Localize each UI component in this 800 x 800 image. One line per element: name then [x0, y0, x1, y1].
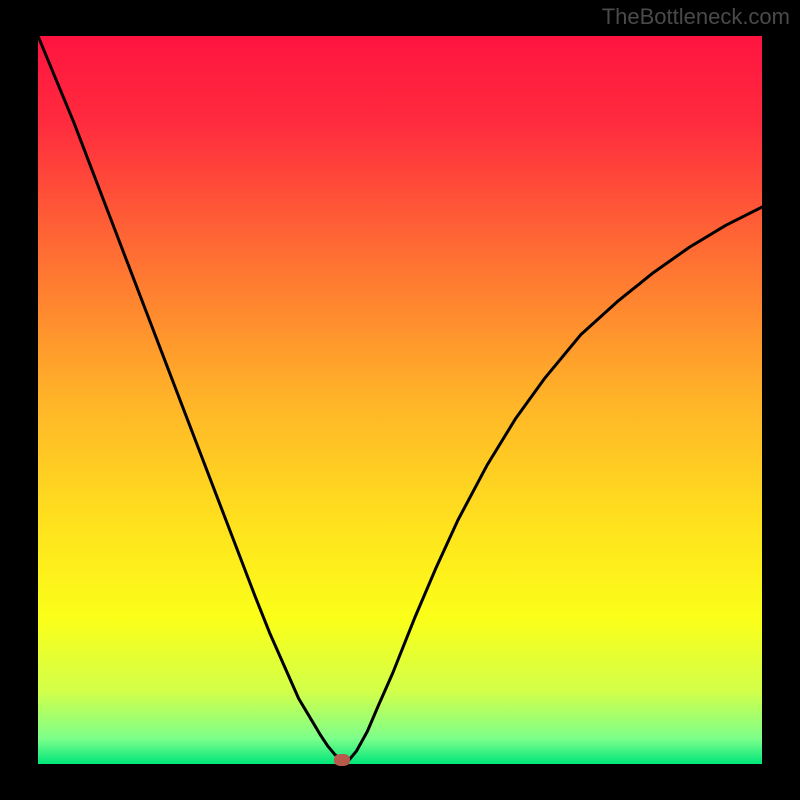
chart-curve-layer	[38, 36, 762, 764]
watermark-label: TheBottleneck.com	[602, 4, 790, 30]
chart-marker-bottleneck-point	[334, 754, 350, 766]
chart-plot-area	[38, 36, 762, 764]
bottleneck-curve	[38, 36, 762, 760]
